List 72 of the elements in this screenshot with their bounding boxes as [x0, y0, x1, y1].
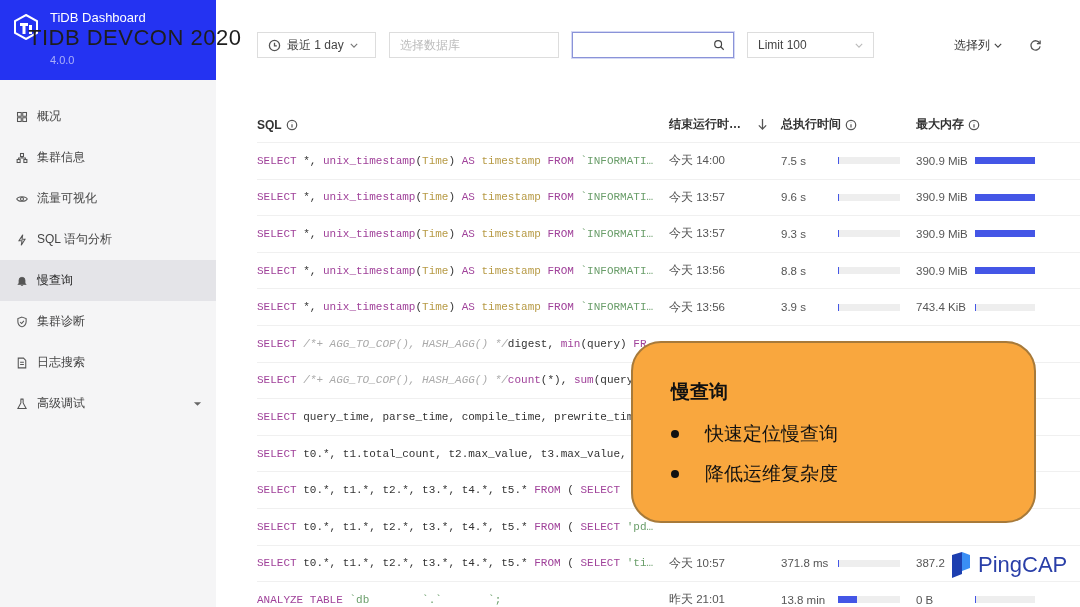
column-header[interactable]: SQL [257, 117, 282, 132]
table-cell-text: 7.5 s [781, 154, 807, 167]
table-cell-text: 390.9 MiB [916, 191, 969, 204]
table-cell: 今天 13:57 [669, 227, 725, 240]
table-cell-text: 8.8 s [781, 264, 807, 277]
sidebar-item[interactable]: SQL 语句分析 [0, 219, 216, 260]
bullet-text: 降低运维复杂度 [705, 462, 838, 486]
search-field[interactable] [572, 32, 734, 58]
sql-text[interactable]: SELECT t0.*, t1.total_count, t2.max_value, t3.max_value, [257, 447, 627, 460]
sql-text[interactable]: ANALYZE TABLE `db `.` `; [257, 593, 502, 606]
table-cell-text: 743.4 KiB [916, 301, 967, 314]
sidebar-item[interactable]: 流量可视化 [0, 178, 216, 219]
version-text: 4.0.0 [50, 54, 76, 66]
document-icon [16, 356, 28, 369]
table-cell: 今天 14:00 [669, 154, 725, 167]
column-header[interactable]: 最大内存 [916, 116, 964, 133]
bullet-text: 快速定位慢查询 [705, 422, 838, 446]
bell-icon [16, 274, 28, 287]
table-cell-text: 387.2 [916, 557, 946, 570]
column-header[interactable]: 总执行时间 [781, 116, 841, 133]
product-name: TiDB Dashboard [50, 10, 146, 25]
column-header[interactable]: 结束运行时… [669, 116, 741, 133]
table-cell-text: 390.9 MiB [916, 264, 969, 277]
sql-text[interactable]: SELECT t0.*, t1.*, t2.*, t3.*, t4.*, t5.* FROM ( SELECT 'pd… [257, 520, 654, 533]
table-cell: 今天 13:57 [669, 190, 725, 203]
search-icon [713, 39, 725, 51]
table-cell-text: 390.9 MiB [916, 154, 969, 167]
sql-text[interactable]: SELECT /*+ AGG_TO_COP(), HASH_AGG() */count(*), sum(query [257, 374, 634, 387]
refresh-icon[interactable] [1029, 39, 1042, 52]
table-cell-text: 9.3 s [781, 228, 807, 240]
table-cell-text: 371.8 ms [781, 557, 830, 570]
chevron-icon [855, 42, 863, 48]
table-cell: 今天 13:56 [669, 264, 725, 277]
table-cell-text: 0 B [916, 593, 935, 606]
cluster-icon [16, 151, 28, 164]
sidebar-item[interactable]: 集群诊断 [0, 301, 216, 342]
sidebar-item[interactable]: 慢查询 [0, 260, 216, 301]
lightning-icon [16, 233, 28, 246]
grid-icon [16, 110, 28, 123]
table-cell-text: 390.9 MiB [916, 228, 969, 240]
callout-title: 慢查询 [671, 380, 729, 404]
flask-icon [16, 397, 28, 410]
sql-text[interactable]: SELECT /*+ AGG_TO_COP(), HASH_AGG() */digest, min(query) FR [257, 337, 647, 350]
bullet-icon [671, 430, 679, 438]
columns-button[interactable]: 选择列 [954, 32, 1002, 58]
shield-icon [16, 315, 28, 328]
sql-text[interactable]: SELECT *, unix_timestamp(Time) AS timestamp FROM `INFORMATI… [257, 154, 654, 167]
chevron-icon [349, 42, 358, 48]
sidebar-item[interactable]: 集群信息 [0, 137, 216, 178]
sidebar-item[interactable]: 日志搜索 [0, 342, 216, 383]
sidebar-item[interactable]: 概况 [0, 96, 216, 137]
table-cell: 今天 10:57 [669, 556, 725, 569]
sql-text[interactable]: SELECT query_time, parse_time, compile_time, prewrite_tim [257, 410, 634, 423]
time-range-picker[interactable]: 最近 1 day [257, 32, 376, 58]
sidebar-item[interactable]: 高级调试 [0, 383, 216, 424]
table-cell: 昨天 21:01 [669, 593, 725, 606]
clock-icon [268, 38, 281, 52]
sql-text[interactable]: SELECT *, unix_timestamp(Time) AS timestamp FROM `INFORMATI… [257, 228, 654, 240]
sql-text[interactable]: SELECT t0.*, t1.*, t2.*, t3.*, t4.*, t5.* FROM ( SELECT [257, 484, 621, 497]
sql-text[interactable]: SELECT *, unix_timestamp(Time) AS timestamp FROM `INFORMATI… [257, 301, 654, 314]
bullet-icon [671, 470, 679, 478]
table-cell-text: 3.9 s [781, 301, 807, 314]
table-cell-text: 13.8 min [781, 593, 827, 606]
table-cell: 今天 13:56 [669, 300, 725, 313]
sql-text[interactable]: SELECT *, unix_timestamp(Time) AS timestamp FROM `INFORMATI… [257, 191, 654, 204]
brand-name: PingCAP [978, 552, 1068, 578]
sql-text[interactable]: SELECT *, unix_timestamp(Time) AS timestamp FROM `INFORMATI… [257, 264, 654, 277]
table-cell-text: 9.6 s [781, 191, 807, 204]
chevron-icon [994, 42, 1002, 48]
limit-select[interactable]: Limit 100 [747, 32, 874, 58]
sql-text[interactable]: SELECT t0.*, t1.*, t2.*, t3.*, t4.*, t5.* FROM ( SELECT 'ti… [257, 557, 654, 570]
database-select[interactable]: 选择数据库 [389, 32, 559, 58]
